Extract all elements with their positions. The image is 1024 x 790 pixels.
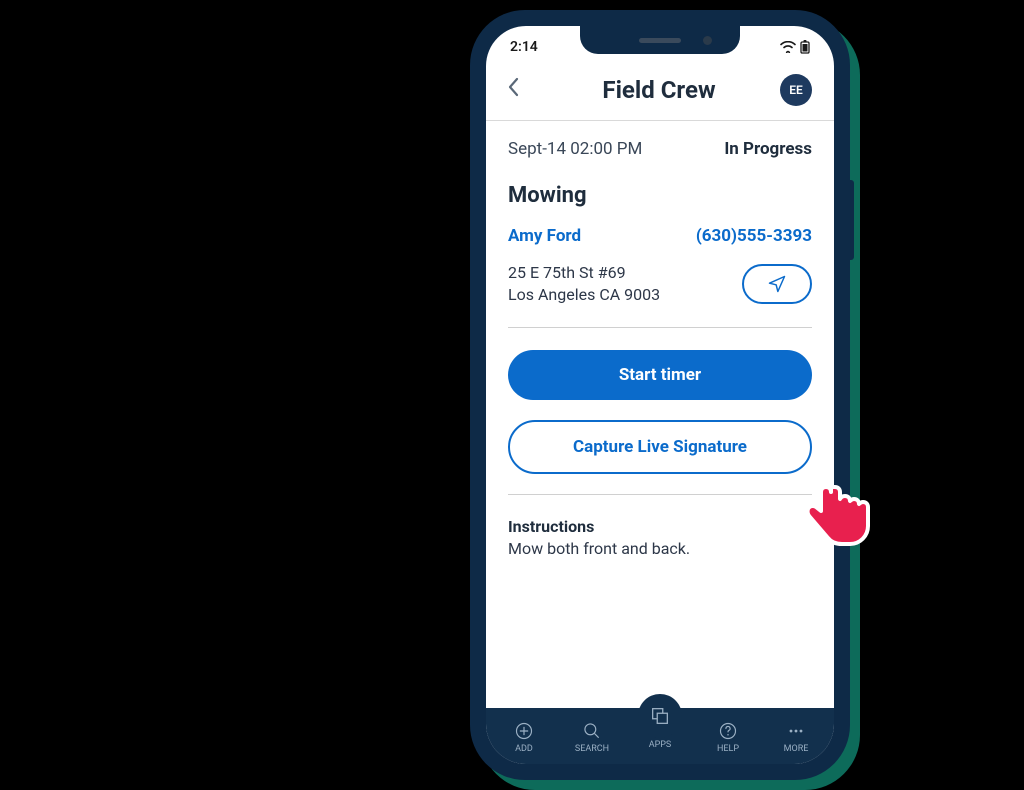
more-icon [786, 721, 806, 741]
notch [580, 26, 740, 54]
nav-more[interactable]: MORE [762, 720, 830, 754]
battery-icon [800, 40, 810, 54]
job-address: 25 E 75th St #69 Los Angeles CA 9003 [508, 262, 660, 307]
back-button[interactable] [508, 77, 538, 103]
contact-name-link[interactable]: Amy Ford [508, 226, 581, 246]
capture-signature-button[interactable]: Capture Live Signature [508, 420, 812, 474]
navigate-icon [767, 274, 787, 294]
status-time: 2:14 [510, 39, 538, 55]
avatar[interactable]: EE [780, 74, 812, 106]
side-button [850, 180, 854, 260]
apps-icon [649, 705, 671, 727]
address-line-2: Los Angeles CA 9003 [508, 284, 660, 306]
contact-phone-link[interactable]: (630)555-3393 [696, 226, 812, 246]
plus-circle-icon [514, 721, 534, 741]
page-title: Field Crew [602, 76, 715, 104]
job-title: Mowing [508, 183, 812, 208]
content-area: Sept-14 02:00 PM In Progress Mowing Amy … [486, 121, 834, 708]
phone-frame: 2:14 Field Crew EE Sept-14 02:00 PM In P… [470, 10, 850, 780]
job-status: In Progress [724, 139, 812, 159]
divider [508, 494, 812, 495]
instructions-text: Mow both front and back. [508, 539, 812, 558]
app-header: Field Crew EE [486, 62, 834, 121]
address-line-1: 25 E 75th St #69 [508, 262, 660, 284]
search-icon [582, 721, 602, 741]
nav-add[interactable]: ADD [490, 720, 558, 754]
start-timer-button[interactable]: Start timer [508, 350, 812, 400]
bottom-nav: ADD SEARCH APPS HELP MORE [486, 708, 834, 764]
nav-help[interactable]: HELP [694, 720, 762, 754]
instructions-label: Instructions [508, 517, 812, 536]
divider [508, 327, 812, 328]
nav-search[interactable]: SEARCH [558, 720, 626, 754]
help-icon [718, 721, 738, 741]
pointer-cursor-icon [798, 475, 878, 555]
nav-apps[interactable]: APPS [626, 708, 694, 750]
wifi-icon [780, 41, 796, 53]
navigate-button[interactable] [742, 264, 812, 304]
job-datetime: Sept-14 02:00 PM [508, 139, 642, 159]
